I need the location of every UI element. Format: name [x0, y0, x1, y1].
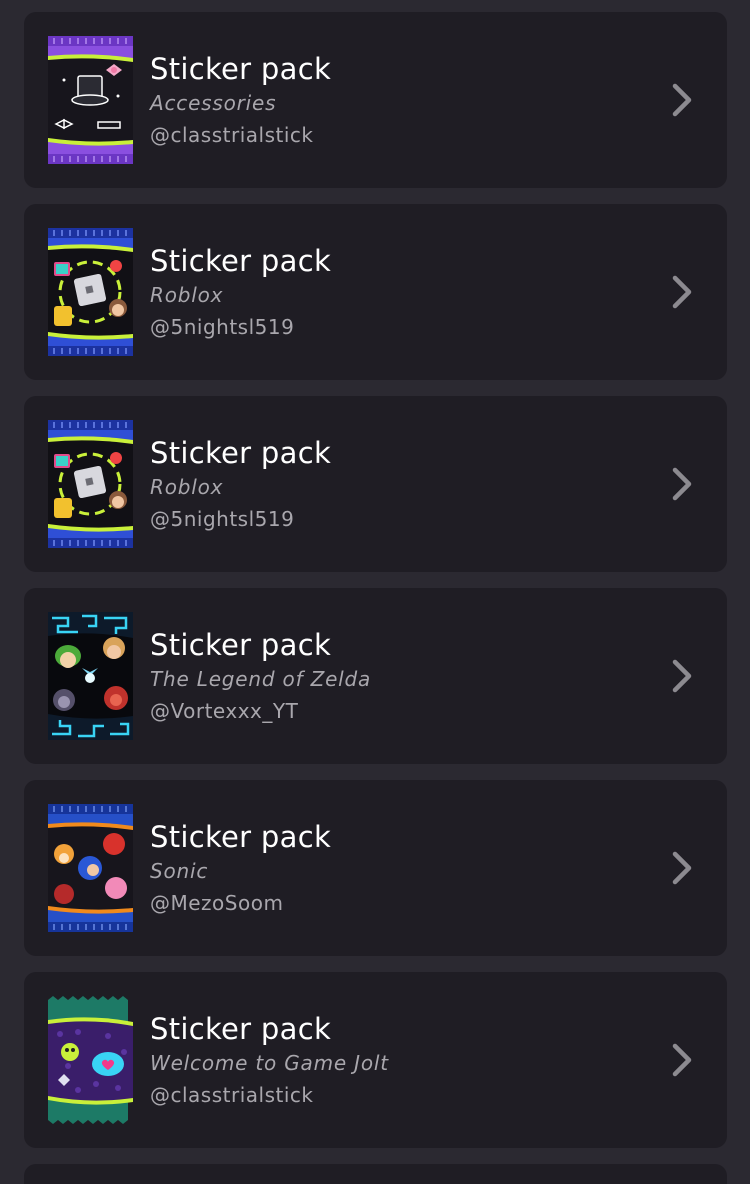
- chevron-right-icon: [672, 275, 692, 309]
- pack-game-name: Roblox: [150, 283, 224, 307]
- pack-game-name: Roblox: [150, 475, 224, 499]
- pack-author: @5nightsl519: [150, 507, 295, 531]
- chevron-right-icon: [672, 1043, 692, 1077]
- pack-game-name: The Legend of Zelda: [150, 667, 372, 691]
- pack-title: Sticker pack: [150, 820, 332, 854]
- zelda-pack-icon: [48, 612, 133, 740]
- pack-title: Sticker pack: [150, 52, 332, 86]
- pack-author: @5nightsl519: [150, 315, 295, 339]
- sticker-pack-card[interactable]: Sticker pack Accessories @classtrialstic…: [24, 12, 727, 188]
- gamejolt-pack-icon: [48, 996, 133, 1124]
- roblox-pack-icon: [48, 420, 133, 548]
- sticker-pack-list: Sticker pack Accessories @classtrialstic…: [24, 12, 727, 1164]
- pack-author: @MezoSoom: [150, 891, 284, 915]
- roblox-pack-icon: [48, 228, 133, 356]
- chevron-right-icon: [672, 659, 692, 693]
- pack-author: @Vortexxx_YT: [150, 699, 299, 723]
- sticker-pack-card-partial[interactable]: [24, 1164, 727, 1184]
- accessories-pack-icon: [48, 36, 133, 164]
- pack-title: Sticker pack: [150, 436, 332, 470]
- sticker-pack-card[interactable]: Sticker pack Roblox @5nightsl519: [24, 204, 727, 380]
- pack-game-name: Accessories: [150, 91, 277, 115]
- chevron-right-icon: [672, 851, 692, 885]
- sticker-pack-card[interactable]: Sticker pack The Legend of Zelda @Vortex…: [24, 588, 727, 764]
- pack-author: @classtrialstick: [150, 1083, 314, 1107]
- chevron-right-icon: [672, 83, 692, 117]
- pack-author: @classtrialstick: [150, 123, 314, 147]
- pack-game-name: Welcome to Game Jolt: [150, 1051, 389, 1075]
- pack-title: Sticker pack: [150, 1012, 332, 1046]
- chevron-right-icon: [672, 467, 692, 501]
- pack-title: Sticker pack: [150, 628, 332, 662]
- sonic-pack-icon: [48, 804, 133, 932]
- sticker-pack-card[interactable]: Sticker pack Sonic @MezoSoom: [24, 780, 727, 956]
- pack-game-name: Sonic: [150, 859, 209, 883]
- sticker-pack-card[interactable]: Sticker pack Welcome to Game Jolt @class…: [24, 972, 727, 1148]
- pack-title: Sticker pack: [150, 244, 332, 278]
- sticker-pack-card[interactable]: Sticker pack Roblox @5nightsl519: [24, 396, 727, 572]
